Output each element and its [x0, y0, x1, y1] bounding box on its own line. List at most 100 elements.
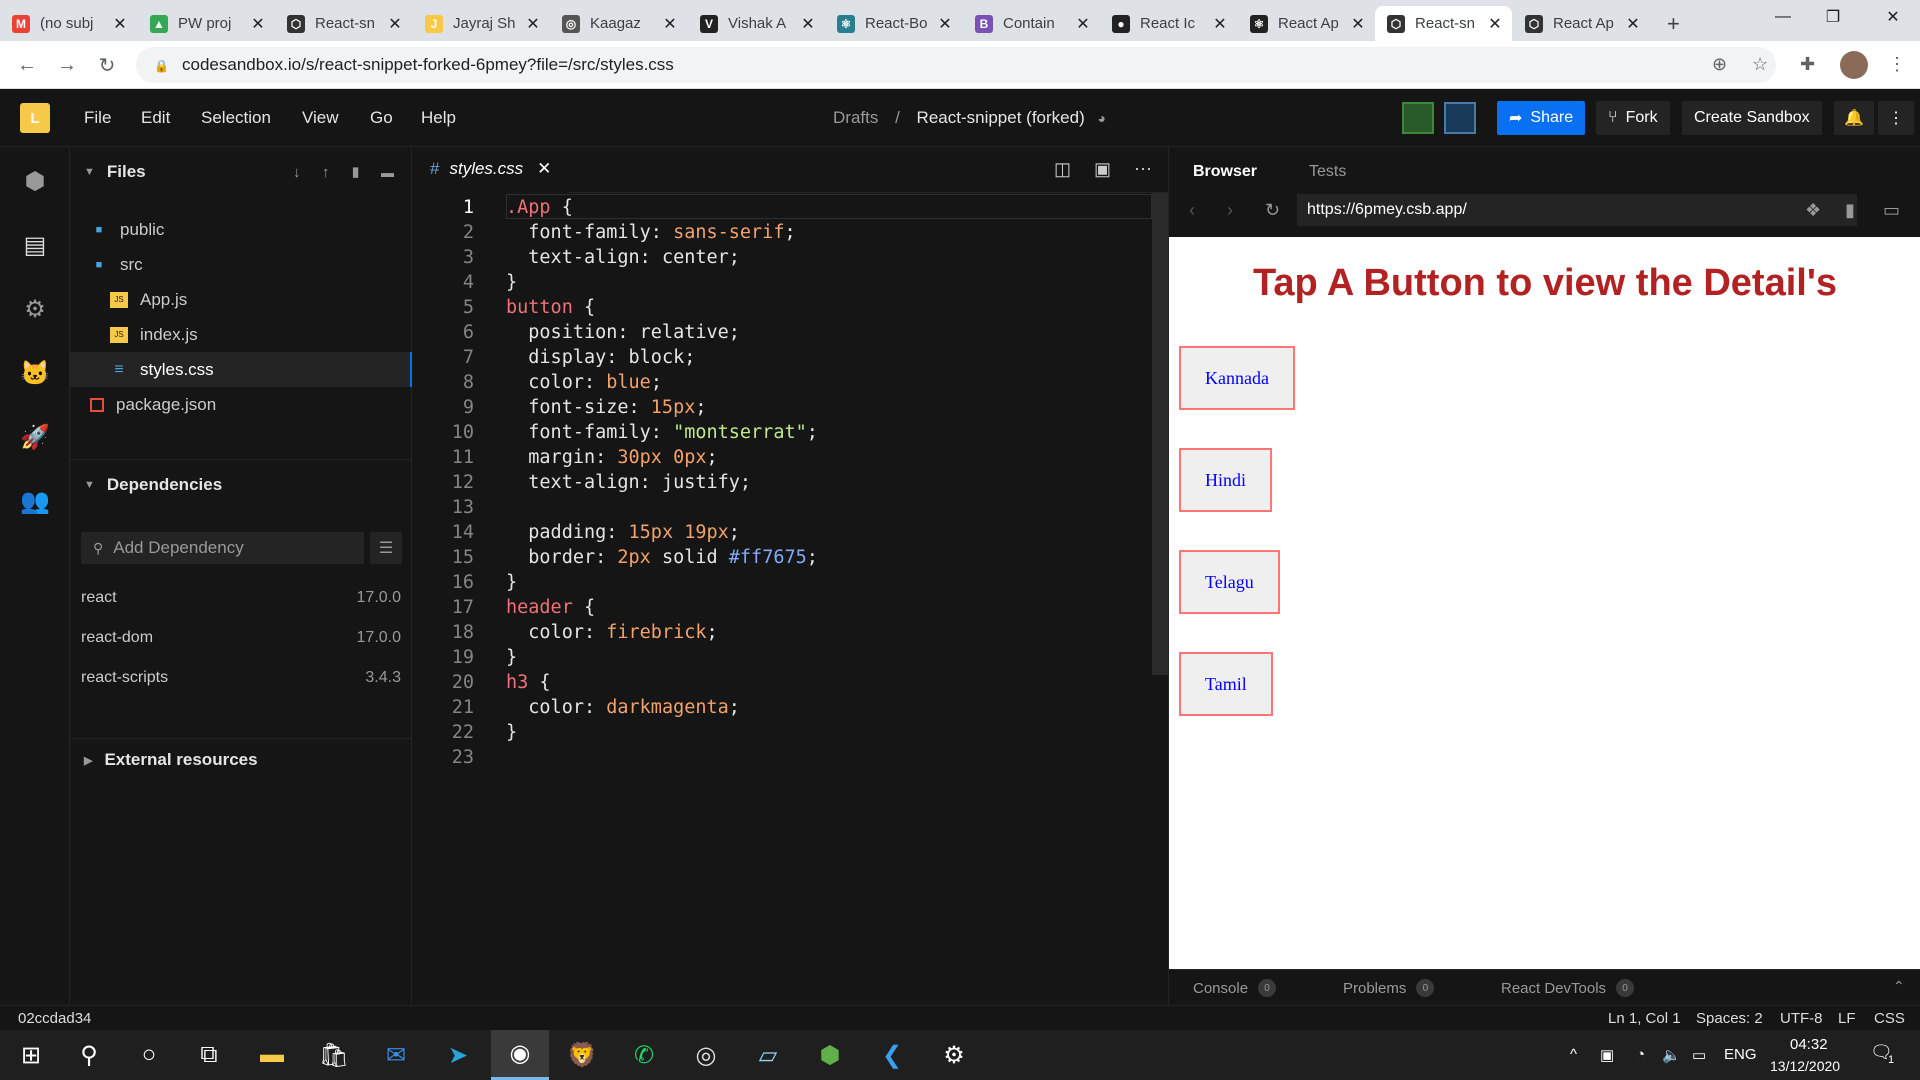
- telagu-button[interactable]: Telagu: [1179, 550, 1280, 614]
- app-icon[interactable]: ▱: [739, 1030, 797, 1080]
- close-window-icon[interactable]: ✕: [1870, 0, 1916, 34]
- dependency-row[interactable]: react-dom 17.0.0: [81, 618, 401, 658]
- tamil-button[interactable]: Tamil: [1179, 652, 1273, 716]
- browser-tab[interactable]: M (no subj ✕: [0, 6, 137, 41]
- tab-react-devtools[interactable]: React DevTools 0: [1501, 979, 1635, 997]
- battery-icon[interactable]: ▭: [1692, 1046, 1706, 1064]
- code-line[interactable]: font-family: "montserrat";: [506, 422, 818, 443]
- close-tab-icon[interactable]: ✕: [111, 14, 129, 34]
- nodejs-icon[interactable]: ⬢: [801, 1030, 859, 1080]
- close-tab-icon[interactable]: ✕: [1624, 14, 1642, 34]
- code-line[interactable]: header {: [506, 597, 595, 618]
- file-encoding[interactable]: UTF-8: [1780, 1010, 1823, 1027]
- back-icon[interactable]: ←: [14, 52, 40, 78]
- fork-button[interactable]: ⑂ Fork: [1596, 101, 1670, 135]
- telegram-icon[interactable]: ➤: [429, 1030, 487, 1080]
- cortana-icon[interactable]: ○: [120, 1030, 178, 1080]
- add-icon[interactable]: ⊕: [1712, 54, 1727, 75]
- sandbox-info-icon[interactable]: ⬢: [20, 167, 50, 197]
- dependency-row[interactable]: react-scripts 3.4.3: [81, 658, 401, 698]
- file-tree-item[interactable]: package.json: [70, 387, 412, 422]
- upload-icon[interactable]: ↑: [322, 164, 330, 181]
- editor-more-icon[interactable]: ⋯: [1134, 159, 1152, 180]
- code-area[interactable]: 1 .App {2 font-family: sans-serif; 3 text-…: [412, 193, 1152, 1005]
- preview-url-field[interactable]: https://6pmey.csb.app/: [1297, 194, 1857, 226]
- create-sandbox-button[interactable]: Create Sandbox: [1682, 101, 1822, 135]
- browser-tab[interactable]: ⬡ React-sn ✕: [1375, 6, 1512, 41]
- browser-tab[interactable]: ⬡ React-sn ✕: [275, 6, 412, 41]
- code-line[interactable]: }: [506, 272, 517, 293]
- preview-forward-icon[interactable]: ›: [1227, 200, 1233, 221]
- app-logo[interactable]: L: [20, 103, 50, 133]
- brave-icon[interactable]: 🦁: [553, 1030, 611, 1080]
- code-line[interactable]: h3 {: [506, 672, 551, 693]
- close-tab-icon[interactable]: ✕: [1211, 14, 1229, 34]
- code-line[interactable]: display: block;: [506, 347, 695, 368]
- close-tab-icon[interactable]: ✕: [524, 14, 542, 34]
- file-tree-item[interactable]: JS App.js: [70, 282, 412, 317]
- tray-app-icon[interactable]: ▣: [1600, 1046, 1614, 1064]
- menu-view[interactable]: View: [302, 108, 339, 128]
- code-line[interactable]: color: blue;: [506, 372, 662, 393]
- minimize-icon[interactable]: —: [1760, 0, 1806, 34]
- browser-tab[interactable]: ◎ Kaagaz ✕: [550, 6, 687, 41]
- browser-tab[interactable]: J Jayraj Sh ✕: [413, 6, 550, 41]
- clock-time[interactable]: 04:32: [1790, 1036, 1828, 1053]
- task-view-icon[interactable]: ⧉: [180, 1030, 238, 1080]
- cursor-position[interactable]: Ln 1, Col 1: [1608, 1010, 1681, 1027]
- code-line[interactable]: font-family: sans-serif;: [506, 222, 795, 243]
- file-tree-item[interactable]: ■ src: [70, 247, 412, 282]
- bookmark-star-icon[interactable]: ☆: [1752, 54, 1768, 75]
- hindi-button[interactable]: Hindi: [1179, 448, 1273, 512]
- github-icon[interactable]: 🐱: [20, 359, 50, 389]
- code-line[interactable]: color: firebrick;: [506, 622, 717, 643]
- code-line[interactable]: position: relative;: [506, 322, 740, 343]
- code-line[interactable]: }: [506, 572, 517, 593]
- explorer-icon[interactable]: ▤: [20, 231, 50, 261]
- add-dependency-input[interactable]: ⚲ Add Dependency: [81, 532, 364, 564]
- forward-icon[interactable]: →: [54, 52, 80, 78]
- code-line[interactable]: font-size: 15px;: [506, 397, 706, 418]
- language-mode[interactable]: CSS: [1874, 1010, 1905, 1027]
- sandbox-name[interactable]: React-snippet (forked): [917, 108, 1085, 127]
- store-icon[interactable]: 🛍: [305, 1030, 363, 1080]
- new-file-icon[interactable]: ▮: [352, 164, 359, 180]
- indent-spaces[interactable]: Spaces: 2: [1696, 1010, 1763, 1027]
- close-tab-icon[interactable]: ✕: [936, 14, 954, 34]
- dependencies-section-header[interactable]: ▼ Dependencies: [70, 465, 412, 505]
- file-tree-item[interactable]: JS index.js: [70, 317, 412, 352]
- close-tab-icon[interactable]: ✕: [537, 159, 551, 179]
- extensions-icon[interactable]: ✚: [1800, 54, 1815, 75]
- code-line[interactable]: color: darkmagenta;: [506, 697, 740, 718]
- collaborator-avatar[interactable]: [1402, 102, 1434, 134]
- clock-date[interactable]: 13/12/2020: [1770, 1058, 1840, 1074]
- code-line[interactable]: }: [506, 647, 517, 668]
- file-tree-item[interactable]: ≡ styles.css: [70, 352, 412, 387]
- browser-tab[interactable]: ⚛ React-Bo ✕: [825, 6, 962, 41]
- profile-avatar[interactable]: [1840, 51, 1868, 79]
- file-tree-item[interactable]: ■ public: [70, 212, 412, 247]
- live-users-icon[interactable]: 👥: [20, 487, 50, 517]
- tab-browser[interactable]: Browser: [1193, 163, 1257, 181]
- notifications-icon[interactable]: 🔔: [1834, 101, 1874, 135]
- copy-icon[interactable]: ▮: [1845, 200, 1855, 221]
- close-tab-icon[interactable]: ✕: [249, 14, 267, 34]
- tab-problems[interactable]: Problems 0: [1343, 979, 1435, 997]
- search-icon[interactable]: ⚲: [60, 1030, 118, 1080]
- input-language[interactable]: ENG: [1724, 1046, 1757, 1063]
- settings-gear-icon[interactable]: ⚙: [20, 295, 50, 325]
- code-line[interactable]: padding: 15px 19px;: [506, 522, 740, 543]
- browser-tab[interactable]: ⚛ React Ap ✕: [1238, 6, 1375, 41]
- code-line[interactable]: text-align: center;: [506, 247, 740, 268]
- kannada-button[interactable]: Kannada: [1179, 346, 1295, 410]
- windows-start-icon[interactable]: ⊞: [2, 1030, 60, 1080]
- breadcrumb-folder[interactable]: Drafts: [833, 108, 878, 127]
- volume-icon[interactable]: 🔈: [1662, 1046, 1681, 1064]
- close-tab-icon[interactable]: ✕: [1349, 14, 1367, 34]
- maximize-icon[interactable]: ❐: [1810, 0, 1856, 34]
- mail-icon[interactable]: ✉: [367, 1030, 425, 1080]
- tab-tests[interactable]: Tests: [1309, 163, 1346, 181]
- files-section-header[interactable]: ▼ Files ↓ ↑ ▮ ▬: [70, 152, 412, 192]
- code-line[interactable]: .App {: [506, 197, 573, 218]
- wifi-icon[interactable]: ◔: [1636, 1046, 1645, 1063]
